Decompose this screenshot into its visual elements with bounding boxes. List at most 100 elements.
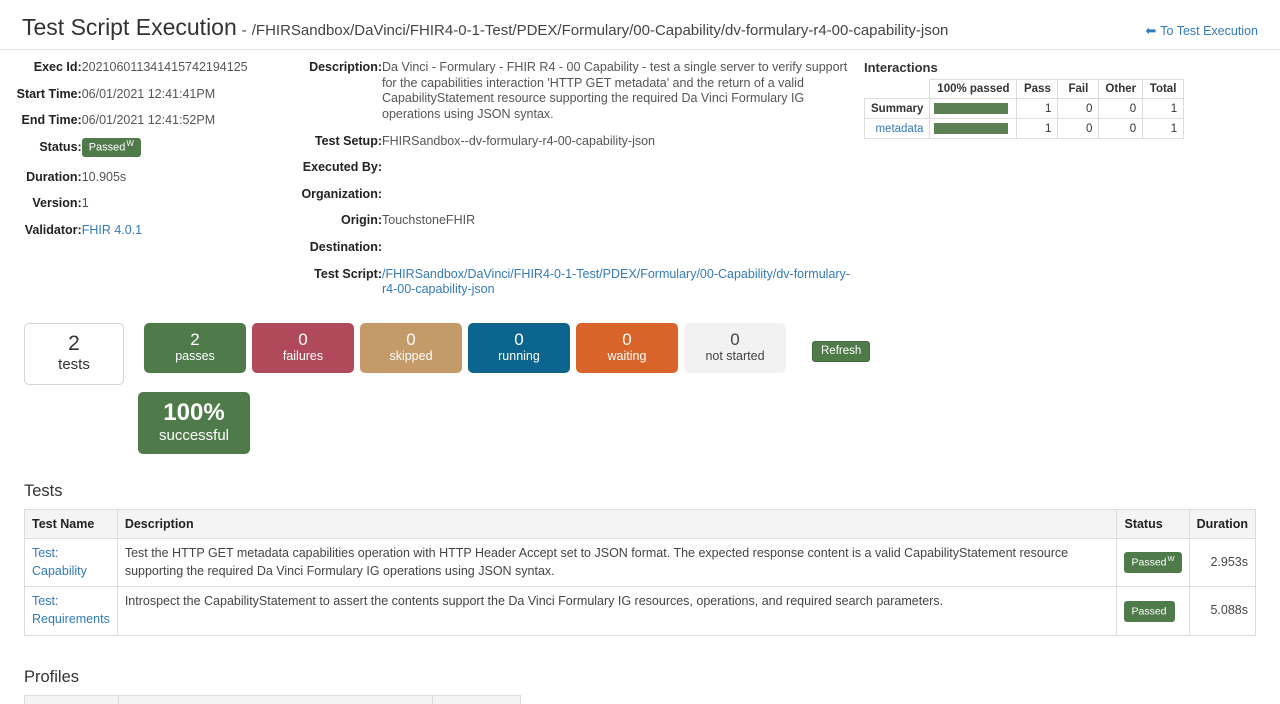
details-left-table: Exec Id: 202106011341415742194125 Start … xyxy=(0,60,290,250)
interactions-col-other: Other xyxy=(1099,80,1143,99)
test-status-cell: Passed xyxy=(1117,587,1189,636)
tests-col-description: Description xyxy=(117,509,1117,538)
tests-section-title: Tests xyxy=(24,482,1280,501)
tests-col-name: Test Name xyxy=(25,509,118,538)
interactions-col-percent: 100% passed xyxy=(930,80,1017,99)
left-arrow-icon: ⬅ xyxy=(1145,24,1156,37)
status-badge-label: Passed xyxy=(1131,557,1166,569)
detail-label: Duration: xyxy=(0,170,82,197)
stat-number: 0 xyxy=(622,331,631,349)
tests-col-status: Status xyxy=(1117,509,1189,538)
origin-value: TouchstoneFHIR xyxy=(382,213,850,240)
detail-label: Version: xyxy=(0,196,82,223)
test-name-link[interactable]: Test: Requirements xyxy=(25,587,118,636)
detail-label: Validator: xyxy=(0,223,82,250)
interactions-row-link-metadata[interactable]: metadata xyxy=(865,119,930,139)
detail-value: 10.905s xyxy=(82,170,290,197)
destination-value xyxy=(382,240,850,267)
validator-link[interactable]: FHIR 4.0.1 xyxy=(82,223,142,237)
detail-label: Description: xyxy=(290,60,382,134)
stat-number: 0 xyxy=(730,331,739,349)
profiles-col-source: Source xyxy=(119,695,433,704)
stat-box-passes[interactable]: 2 passes xyxy=(144,323,246,373)
status-badge: PassedW xyxy=(82,138,141,157)
detail-row-description: Description: Da Vinci - Formulary - FHIR… xyxy=(290,60,850,134)
profiles-section-title: Profiles xyxy=(24,668,1280,687)
detail-row-duration: Duration: 10.905s xyxy=(0,170,290,197)
test-description: Introspect the CapabilityStatement to as… xyxy=(117,587,1117,636)
detail-row-organization: Organization: xyxy=(290,187,850,214)
details-middle-table: Description: Da Vinci - Formulary - FHIR… xyxy=(290,60,850,309)
interactions-other: 0 xyxy=(1099,99,1143,119)
interactions-fail: 0 xyxy=(1058,119,1099,139)
interactions-pass: 1 xyxy=(1017,119,1058,139)
tests-table: Test Name Description Status Duration Te… xyxy=(24,509,1256,636)
progress-fill xyxy=(934,123,1008,134)
refresh-button[interactable]: Refresh xyxy=(812,341,870,362)
status-badge: Passed xyxy=(1124,601,1174,622)
detail-label: Origin: xyxy=(290,213,382,240)
tests-col-duration: Duration xyxy=(1189,509,1255,538)
profiles-col-contents: Contents xyxy=(433,695,521,704)
stat-box-running[interactable]: 0 running xyxy=(468,323,570,373)
table-row: metadata 1 0 0 1 xyxy=(865,119,1184,139)
detail-row-destination: Destination: xyxy=(290,240,850,267)
stat-label: waiting xyxy=(608,348,647,365)
details-left-column: Exec Id: 202106011341415742194125 Start … xyxy=(0,60,290,250)
detail-label: End Time: xyxy=(0,113,82,140)
interactions-total: 1 xyxy=(1143,119,1184,139)
percent-label: successful xyxy=(159,426,229,446)
profiles-table: Id Source Contents capabilities-profile … xyxy=(24,695,521,704)
back-link-label: To Test Execution xyxy=(1160,24,1258,38)
stat-box-not-started[interactable]: 0 not started xyxy=(684,323,786,373)
test-duration: 5.088s xyxy=(1189,587,1255,636)
status-badge: PassedW xyxy=(1124,552,1181,573)
organization-value xyxy=(382,187,850,214)
table-row: Test: Capability Test the HTTP GET metad… xyxy=(25,538,1256,587)
test-script-execution-page: Test Script Execution - /FHIRSandbox/DaV… xyxy=(0,0,1280,704)
stat-number: 0 xyxy=(406,331,415,349)
test-script-link[interactable]: /FHIRSandbox/DaVinci/FHIR4-0-1-Test/PDEX… xyxy=(382,267,850,297)
stat-number: 0 xyxy=(514,331,523,349)
stat-box-skipped[interactable]: 0 skipped xyxy=(360,323,462,373)
detail-label: Start Time: xyxy=(0,87,82,114)
stat-box-waiting[interactable]: 0 waiting xyxy=(576,323,678,373)
profiles-col-id: Id xyxy=(25,695,119,704)
detail-row-start-time: Start Time: 06/01/2021 12:41:41PM xyxy=(0,87,290,114)
profiles-header-row: Id Source Contents xyxy=(25,695,521,704)
percent-successful-box: 100% successful xyxy=(138,392,250,454)
progress-track xyxy=(934,123,1008,134)
stat-label: skipped xyxy=(389,348,432,365)
interactions-fail: 0 xyxy=(1058,99,1099,119)
detail-row-test-script: Test Script: /FHIRSandbox/DaVinci/FHIR4-… xyxy=(290,267,850,309)
detail-value: 06/01/2021 12:41:52PM xyxy=(82,113,290,140)
page-title: Test Script Execution xyxy=(22,14,237,41)
detail-value: 1 xyxy=(82,196,290,223)
status-badge-label: Passed xyxy=(89,142,126,154)
test-name-link[interactable]: Test: Capability xyxy=(25,538,118,587)
progress-track xyxy=(934,103,1008,114)
execution-details: Exec Id: 202106011341415742194125 Start … xyxy=(0,50,1280,309)
detail-row-status: Status: PassedW xyxy=(0,140,290,170)
stat-number: 2 xyxy=(190,331,199,349)
interactions-title: Interactions xyxy=(864,60,1280,75)
stat-box-failures[interactable]: 0 failures xyxy=(252,323,354,373)
status-badge-sup: W xyxy=(1168,554,1175,563)
tests-section: Tests Test Name Description Status Durat… xyxy=(0,482,1280,636)
detail-label: Test Script: xyxy=(290,267,382,309)
detail-row-exec-id: Exec Id: 202106011341415742194125 xyxy=(0,60,290,87)
detail-row-version: Version: 1 xyxy=(0,196,290,223)
interactions-col-pass: Pass xyxy=(1017,80,1058,99)
detail-value: PassedW xyxy=(82,140,290,170)
to-test-execution-link[interactable]: ⬅ To Test Execution xyxy=(1145,24,1258,38)
stat-label: running xyxy=(498,348,540,365)
title-separator: - xyxy=(242,22,247,39)
detail-label: Test Setup: xyxy=(290,134,382,161)
stat-label: failures xyxy=(283,348,323,365)
test-duration: 2.953s xyxy=(1189,538,1255,587)
stat-number: 2 xyxy=(68,333,80,355)
detail-row-validator: Validator: FHIR 4.0.1 xyxy=(0,223,290,250)
detail-label: Organization: xyxy=(290,187,382,214)
interactions-row-label: Summary xyxy=(865,99,930,119)
page-header: Test Script Execution - /FHIRSandbox/DaV… xyxy=(0,0,1280,50)
